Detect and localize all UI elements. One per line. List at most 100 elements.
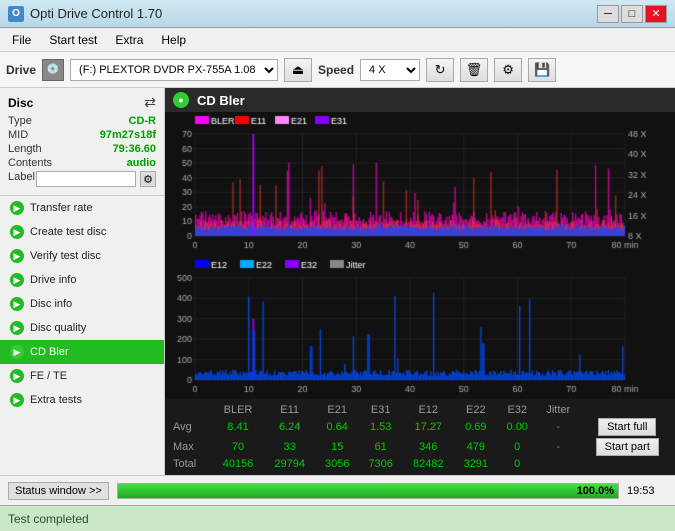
disc-type-row: Type CD-R xyxy=(8,115,156,127)
sidebar-item-verify-test-disc-label: Verify test disc xyxy=(30,250,101,262)
charts-wrapper xyxy=(165,112,675,399)
drive-select[interactable]: (F:) PLEXTOR DVDR PX-755A 1.08 xyxy=(70,59,278,81)
speed-select[interactable]: 4 X xyxy=(360,59,420,81)
stats-area: BLER E11 E21 E31 E12 E22 E32 Jitter Avg xyxy=(165,399,675,475)
disc-label-input[interactable] xyxy=(36,171,136,187)
avg-e12: 17.27 xyxy=(402,417,454,437)
sidebar-item-disc-quality[interactable]: ▶ Disc quality xyxy=(0,316,164,340)
sidebar-item-disc-info[interactable]: ▶ Disc info xyxy=(0,292,164,316)
disc-mid-row: MID 97m27s18f xyxy=(8,129,156,141)
disc-title: Disc xyxy=(8,96,33,110)
avg-label: Avg xyxy=(165,417,212,437)
total-e11: 29794 xyxy=(264,457,316,471)
top-chart-container xyxy=(165,112,675,256)
toolbar: Drive 💿 (F:) PLEXTOR DVDR PX-755A 1.08 ⏏… xyxy=(0,52,675,88)
create-test-disc-icon: ▶ xyxy=(10,225,24,239)
col-header-jitter: Jitter xyxy=(537,403,580,417)
avg-e31: 1.53 xyxy=(359,417,402,437)
avg-e32: 0.00 xyxy=(498,417,537,437)
stats-total-row: Total 40156 29794 3056 7306 82482 3291 0 xyxy=(165,457,675,471)
titlebar: O Opti Drive Control 1.70 ─ □ ✕ xyxy=(0,0,675,28)
drive-icon: 💿 xyxy=(42,59,64,81)
start-full-button[interactable]: Start full xyxy=(598,418,656,436)
speed-label: Speed xyxy=(318,63,354,77)
close-button[interactable]: ✕ xyxy=(645,5,667,23)
chart-header: ● CD Bler xyxy=(165,88,675,112)
eject-button[interactable]: ⏏ xyxy=(284,58,312,82)
chart-title: CD Bler xyxy=(197,93,245,108)
sidebar-item-transfer-rate-label: Transfer rate xyxy=(30,202,93,214)
status-window-button[interactable]: Status window >> xyxy=(8,482,109,500)
sidebar-item-cd-bler-label: CD Bler xyxy=(30,346,69,358)
disc-panel: Disc ⇄ Type CD-R MID 97m27s18f Length 79… xyxy=(0,88,164,196)
bottom-chart xyxy=(165,256,675,400)
avg-bler: 8.41 xyxy=(212,417,264,437)
disc-type-label: Type xyxy=(8,115,32,127)
fe-te-icon: ▶ xyxy=(10,369,24,383)
max-jitter: - xyxy=(537,437,580,457)
disc-label-label: Label xyxy=(8,171,35,187)
col-header-e22: E22 xyxy=(454,403,497,417)
disc-mid-label: MID xyxy=(8,129,28,141)
progress-container: 100.0% xyxy=(117,483,619,499)
titlebar-left: O Opti Drive Control 1.70 xyxy=(8,6,162,22)
minimize-button[interactable]: ─ xyxy=(597,5,619,23)
sidebar-item-create-test-disc-label: Create test disc xyxy=(30,226,106,238)
col-header-e32: E32 xyxy=(498,403,537,417)
sidebar-item-drive-info[interactable]: ▶ Drive info xyxy=(0,268,164,292)
refresh-button[interactable]: ↻ xyxy=(426,58,454,82)
max-e31: 61 xyxy=(359,437,402,457)
max-e12: 346 xyxy=(402,437,454,457)
avg-e22: 0.69 xyxy=(454,417,497,437)
sidebar-item-extra-tests-label: Extra tests xyxy=(30,394,82,406)
clear-button[interactable]: 🗑 xyxy=(460,58,488,82)
sidebar-item-extra-tests[interactable]: ▶ Extra tests xyxy=(0,388,164,412)
start-part-button[interactable]: Start part xyxy=(596,438,659,456)
disc-type-value: CD-R xyxy=(129,115,157,127)
max-label: Max xyxy=(165,437,212,457)
max-bler: 70 xyxy=(212,437,264,457)
disc-label-input-row: ⚙ xyxy=(36,171,156,187)
transfer-rate-icon: ▶ xyxy=(10,201,24,215)
col-header-e12: E12 xyxy=(402,403,454,417)
sidebar: Disc ⇄ Type CD-R MID 97m27s18f Length 79… xyxy=(0,88,165,475)
chart-icon: ● xyxy=(173,92,189,108)
total-e32: 0 xyxy=(498,457,537,471)
start-part-cell: Start part xyxy=(580,437,675,457)
total-e22: 3291 xyxy=(454,457,497,471)
menu-file[interactable]: File xyxy=(4,31,39,49)
menu-start-test[interactable]: Start test xyxy=(41,31,105,49)
top-chart xyxy=(165,112,675,256)
stats-avg-row: Avg 8.41 6.24 0.64 1.53 17.27 0.69 0.00 … xyxy=(165,417,675,437)
max-e32: 0 xyxy=(498,437,537,457)
sidebar-item-fe-te[interactable]: ▶ FE / TE xyxy=(0,364,164,388)
menubar: File Start test Extra Help xyxy=(0,28,675,52)
sidebar-item-cd-bler[interactable]: ▶ CD Bler xyxy=(0,340,164,364)
col-header-e31: E31 xyxy=(359,403,402,417)
disc-arrow-button[interactable]: ⇄ xyxy=(144,94,156,111)
disc-contents-row: Contents audio xyxy=(8,157,156,169)
save-button[interactable]: 💾 xyxy=(528,58,556,82)
total-bler: 40156 xyxy=(212,457,264,471)
app-icon: O xyxy=(8,6,24,22)
maximize-button[interactable]: □ xyxy=(621,5,643,23)
disc-label-gear-button[interactable]: ⚙ xyxy=(140,171,156,187)
sidebar-item-disc-info-label: Disc info xyxy=(30,298,72,310)
sidebar-item-create-test-disc[interactable]: ▶ Create test disc xyxy=(0,220,164,244)
menu-help[interactable]: Help xyxy=(153,31,194,49)
disc-quality-icon: ▶ xyxy=(10,321,24,335)
bottom-chart-container xyxy=(165,256,675,400)
avg-jitter: - xyxy=(537,417,580,437)
stats-max-row: Max 70 33 15 61 346 479 0 - Start part xyxy=(165,437,675,457)
col-header-e11: E11 xyxy=(264,403,316,417)
sidebar-item-verify-test-disc[interactable]: ▶ Verify test disc xyxy=(0,244,164,268)
avg-e21: 0.64 xyxy=(315,417,358,437)
col-header-label xyxy=(165,403,212,417)
settings-button[interactable]: ⚙ xyxy=(494,58,522,82)
test-completed-bar: Test completed xyxy=(0,505,675,531)
status-time: 19:53 xyxy=(627,485,667,497)
menu-extra[interactable]: Extra xyxy=(107,31,151,49)
sidebar-item-transfer-rate[interactable]: ▶ Transfer rate xyxy=(0,196,164,220)
titlebar-title: Opti Drive Control 1.70 xyxy=(30,6,162,21)
progress-text: 100.0% xyxy=(577,485,614,497)
